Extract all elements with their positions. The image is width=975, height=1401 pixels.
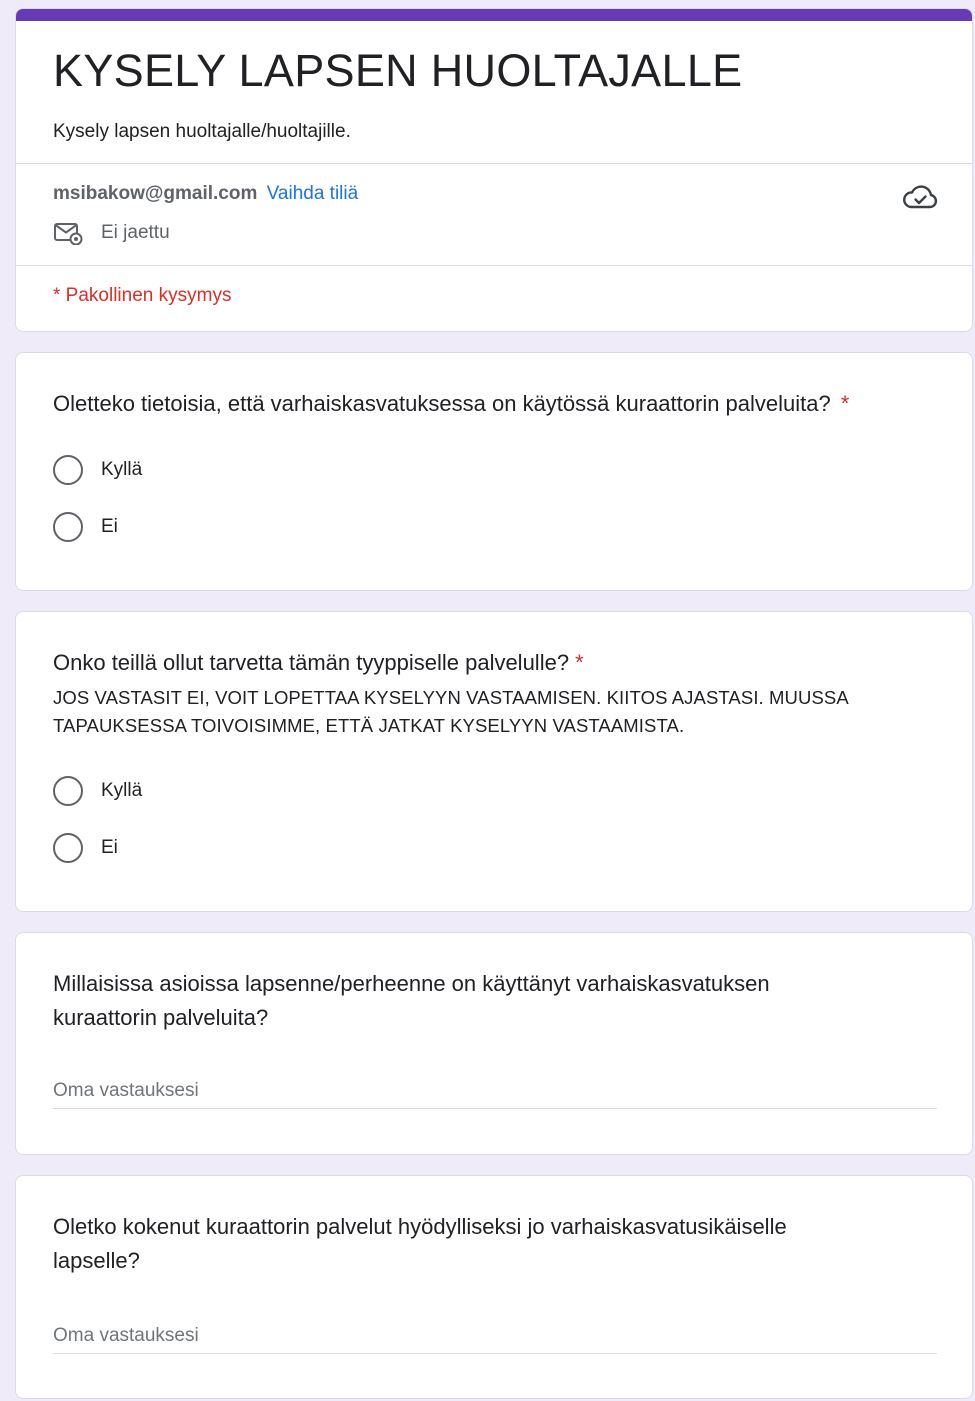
option-ei[interactable]: Ei	[53, 512, 118, 542]
switch-account-link[interactable]: Vaihda tiliä	[267, 183, 359, 204]
form-page: KYSELY LAPSEN HUOLTAJALLE Kysely lapsen …	[0, 0, 975, 1401]
option-label: Kyllä	[101, 780, 143, 801]
radio-button[interactable]	[53, 833, 83, 863]
answer-input[interactable]	[53, 1314, 937, 1354]
option-kylla[interactable]: Kyllä	[53, 776, 142, 806]
radio-button[interactable]	[53, 512, 83, 542]
form-title: KYSELY LAPSEN HUOLTAJALLE	[53, 45, 743, 96]
question-title-line: lapselle?	[53, 1248, 140, 1273]
header-accent-bar	[16, 9, 972, 21]
option-label: Ei	[101, 516, 118, 537]
question-card-3: Millaisissa asioissa lapsenne/perheenne …	[15, 932, 973, 1155]
form-description: Kysely lapsen huoltajalle/huoltajille.	[53, 121, 351, 142]
option-ei[interactable]: Ei	[53, 833, 118, 863]
option-label: Kyllä	[101, 459, 143, 480]
question-title: Oletko kokenut kuraattorin palvelut hyöd…	[53, 1210, 787, 1278]
question-title-line: Oletko kokenut kuraattorin palvelut hyöd…	[53, 1214, 787, 1239]
question-title: Oletteko tietoisia, että varhaiskasvatuk…	[53, 387, 849, 421]
required-note: * Pakollinen kysymys	[53, 285, 232, 306]
required-star: *	[575, 650, 584, 675]
required-star: *	[840, 391, 850, 416]
shared-status-label: Ei jaettu	[101, 222, 170, 243]
radio-button[interactable]	[53, 455, 83, 485]
question-title: Onko teillä ollut tarvetta tämän tyyppis…	[53, 646, 584, 680]
radio-button[interactable]	[53, 776, 83, 806]
question-help-text: JOS VASTASIT EI, VOIT LOPETTAA KYSELYYN …	[53, 687, 848, 736]
mail-shared-icon	[54, 223, 83, 245]
account-row: msibakow@gmail.com Vaihda tiliä	[53, 183, 358, 205]
question-card-1: Oletteko tietoisia, että varhaiskasvatuk…	[15, 352, 973, 591]
account-email: msibakow@gmail.com	[53, 183, 258, 204]
cloud-saved-icon[interactable]	[902, 183, 938, 213]
question-card-4: Oletko kokenut kuraattorin palvelut hyöd…	[15, 1175, 973, 1399]
question-title-text: Oletteko tietoisia, että varhaiskasvatuk…	[53, 391, 831, 416]
answer-input[interactable]	[53, 1069, 937, 1109]
form-header-card: KYSELY LAPSEN HUOLTAJALLE Kysely lapsen …	[15, 8, 973, 332]
shared-status-row: Ei jaettu	[53, 221, 170, 245]
option-label: Ei	[101, 837, 118, 858]
option-kylla[interactable]: Kyllä	[53, 455, 142, 485]
question-title: Millaisissa asioissa lapsenne/perheenne …	[53, 967, 770, 1035]
question-card-2: Onko teillä ollut tarvetta tämän tyyppis…	[15, 611, 973, 912]
header-divider-2	[16, 265, 972, 266]
question-title-line: Millaisissa asioissa lapsenne/perheenne …	[53, 971, 770, 996]
header-divider	[16, 163, 972, 164]
question-title-text: Onko teillä ollut tarvetta tämän tyyppis…	[53, 650, 570, 675]
question-title-line: kuraattorin palveluita?	[53, 1005, 269, 1030]
